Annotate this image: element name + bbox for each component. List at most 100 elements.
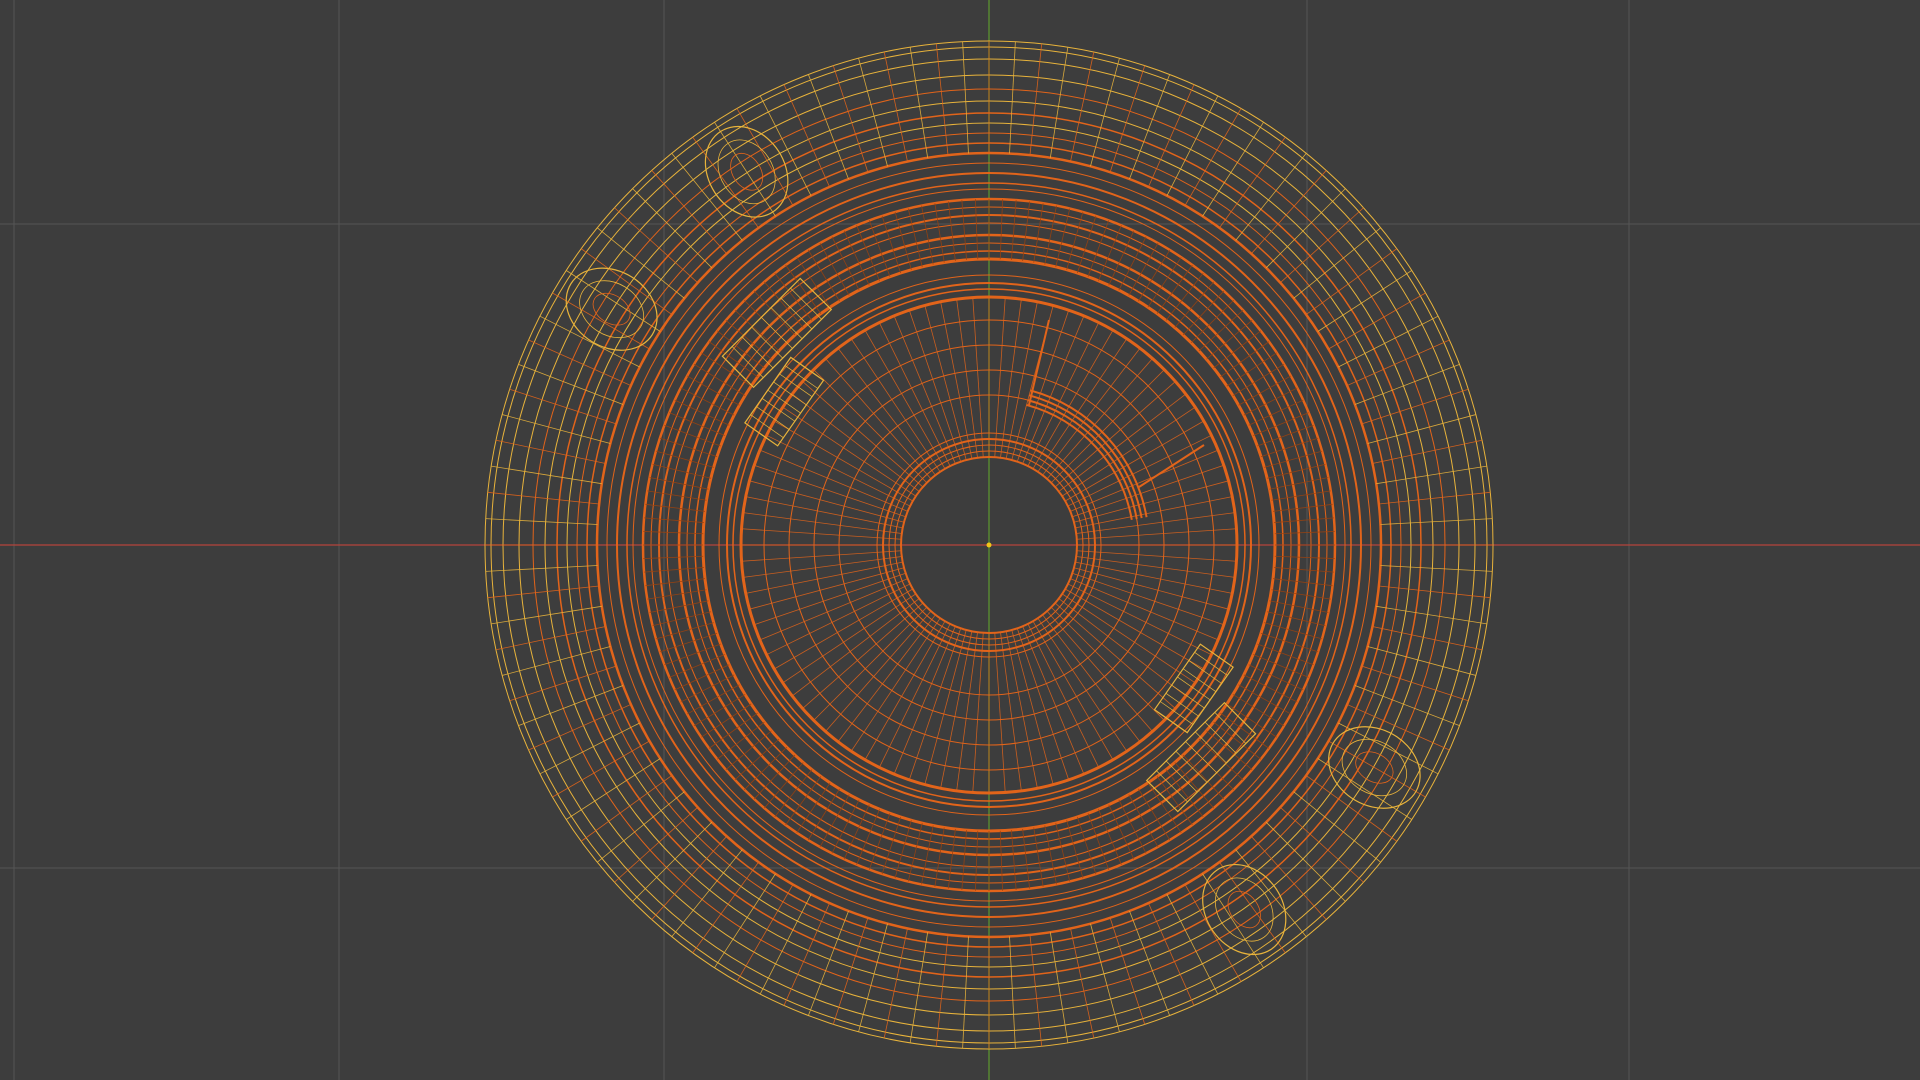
band-segment-edge (671, 849, 743, 937)
band-segment-edge (632, 188, 713, 269)
inner-arc-bracket (1026, 319, 1205, 520)
band-segment-edge (518, 685, 624, 726)
band-segment-edge (1148, 84, 1195, 188)
band-segment-edge (975, 199, 979, 260)
band-segment-edge (1190, 300, 1234, 344)
band-segment-edge (921, 205, 934, 265)
band-segment-edge (664, 424, 721, 447)
band-segment-edge (1257, 424, 1314, 447)
band-segment-edge (1198, 309, 1244, 352)
band-segment-edge (1274, 517, 1334, 523)
band-segment-edge (1235, 153, 1307, 241)
band-segment-edge (1055, 208, 1071, 267)
band-segment-edge (808, 74, 849, 180)
box-edge (1177, 676, 1211, 701)
band-segment-edge (714, 873, 776, 968)
band-segment-edge (1274, 555, 1335, 559)
band-segment-edge (947, 828, 956, 889)
band-segment-edge (1317, 270, 1412, 332)
band-segment-edge (868, 813, 891, 870)
band-segment-edge (1118, 799, 1147, 854)
band-segment-edge (645, 503, 706, 512)
band-segment-edge (1198, 738, 1244, 781)
band-segment-edge (783, 84, 830, 188)
band-segment-edge (643, 555, 704, 559)
band-segment-edge (1260, 437, 1319, 458)
band-segment-edge (1219, 137, 1286, 229)
band-segment-edge (961, 200, 967, 260)
band-segment-edge (655, 450, 714, 468)
band-segment-edge (1267, 463, 1326, 479)
band-segment-edge (1265, 821, 1346, 902)
band-segment-edge (1267, 611, 1326, 627)
band-segment-edge (1354, 685, 1460, 726)
band-segment-edge (1066, 211, 1084, 270)
band-segment-edge (744, 746, 788, 790)
band-segment-edge (1033, 827, 1044, 887)
band-segment-edge (1087, 813, 1110, 870)
band-segment-edge (763, 762, 804, 809)
band-segment-edge (1009, 41, 1016, 154)
band-segment-edge (1022, 201, 1031, 262)
band-segment-edge (734, 309, 780, 352)
band-segment-edge (753, 754, 796, 800)
object-origin-point[interactable] (986, 542, 992, 548)
band-segment-edge (655, 622, 714, 640)
band-segment-edge (1076, 816, 1097, 875)
band-segment-edge (734, 738, 780, 781)
band-segment-edge (947, 201, 956, 262)
band-segment-edge (868, 220, 891, 277)
band-segment-edge (581, 775, 673, 842)
band-segment-edge (1129, 74, 1170, 180)
band-segment-edge (1009, 936, 1016, 1049)
band-segment-edge (632, 821, 713, 902)
band-segment-edge (1022, 828, 1031, 889)
3d-viewport[interactable] (0, 0, 1920, 1080)
band-segment-edge (1257, 643, 1314, 666)
clamp (565, 267, 658, 351)
band-segment-edge (680, 387, 735, 416)
band-segment-edge (725, 730, 772, 771)
band-segment-edge (528, 704, 632, 751)
band-segment-edge (831, 236, 860, 291)
band-segment-edge (907, 208, 923, 267)
band-segment-edge (1243, 387, 1298, 416)
band-segment-edge (894, 820, 912, 879)
band-segment-edge (1317, 758, 1412, 820)
box-edge (1195, 731, 1227, 764)
band-segment-edge (1305, 248, 1397, 315)
band-segment-edge (644, 517, 704, 523)
band-segment-edge (1219, 861, 1286, 953)
band-segment-edge (831, 799, 860, 854)
band-segment-edge (753, 290, 796, 336)
band-segment-edge (1087, 220, 1110, 277)
band-segment-edge (664, 643, 721, 666)
band-segment-edge (1264, 622, 1323, 640)
band-segment-edge (808, 910, 849, 1016)
band-segment-edge (647, 490, 707, 501)
viewport-canvas[interactable] (0, 0, 1920, 1080)
box-edge (761, 317, 793, 349)
band-segment-edge (680, 674, 735, 703)
band-segment-edge (894, 211, 912, 270)
band-segment-edge (1033, 203, 1044, 263)
band-segment-edge (1055, 823, 1071, 882)
band-segment-edge (1346, 339, 1450, 386)
band-segment-edge (1044, 825, 1057, 885)
band-segment-edge (1202, 122, 1264, 217)
band-segment-edge (566, 758, 661, 820)
band-segment-edge (1243, 674, 1298, 703)
band-segment-edge (1271, 589, 1331, 600)
band-segment-edge (649, 477, 709, 490)
arc-edge (1030, 389, 1148, 518)
band-segment-edge (528, 339, 632, 386)
band-segment-edge (1354, 364, 1460, 405)
band-segment-edge (1184, 108, 1242, 206)
band-segment-edge (736, 884, 794, 982)
band-segment-edge (1011, 200, 1017, 260)
band-segment-edge (692, 861, 759, 953)
band-segment-edge (597, 791, 685, 863)
band-segment-edge (1174, 281, 1215, 328)
box-edge (1185, 741, 1217, 773)
band-segment-edge (934, 827, 945, 887)
